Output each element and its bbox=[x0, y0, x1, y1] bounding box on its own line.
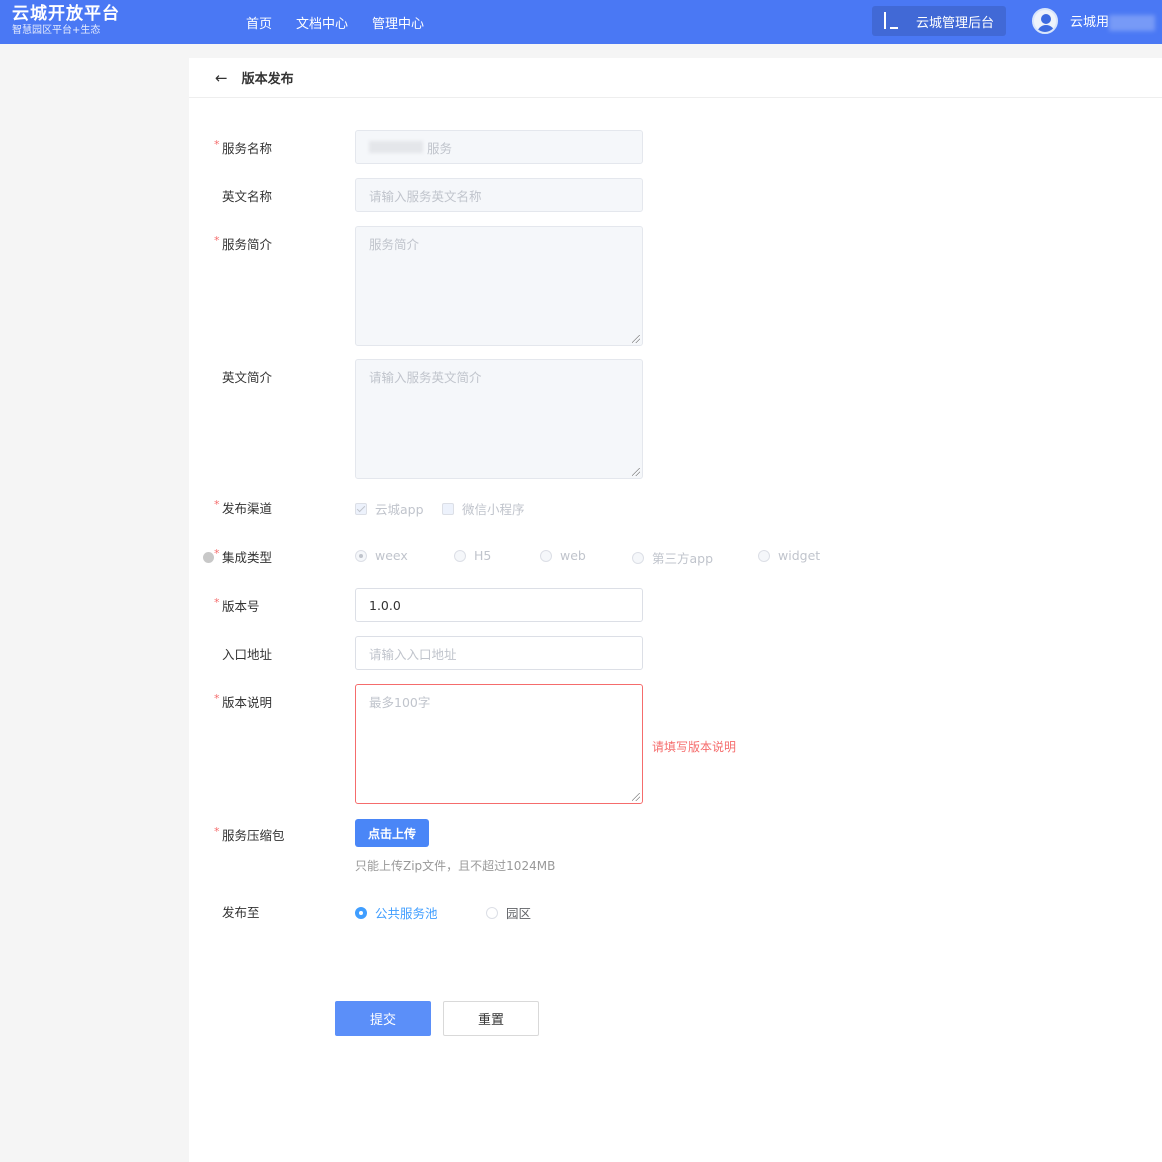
publish-to-label: 发布至 bbox=[222, 905, 260, 920]
english-name-input[interactable]: 请输入服务英文名称 bbox=[355, 178, 643, 212]
nav-management[interactable]: 管理中心 bbox=[372, 13, 424, 32]
radio-icon bbox=[540, 549, 552, 562]
radio-icon bbox=[632, 551, 644, 564]
radio-checked-icon bbox=[355, 549, 367, 562]
service-name-input[interactable]: 服务 bbox=[355, 130, 643, 164]
main-panel: ← 版本发布 * 服务名称 服务 英文名称 请输入服务英文名称 * 服务简介 服务简… bbox=[189, 58, 1162, 1162]
form-row-service-intro: * 服务简介 服务简介 bbox=[189, 226, 1162, 346]
version-desc-error: 请填写版本说明 bbox=[652, 740, 737, 754]
admin-console-button[interactable]: 云城管理后台 bbox=[872, 6, 1006, 36]
logo-title: 云城开放平台 bbox=[12, 4, 120, 24]
resize-handle-icon[interactable] bbox=[632, 335, 640, 343]
version-desc-textarea[interactable]: 最多100字 bbox=[355, 684, 643, 804]
monitor-icon bbox=[884, 12, 904, 29]
english-intro-textarea[interactable]: 请输入服务英文简介 bbox=[355, 359, 643, 479]
publish-radio-park[interactable]: 园区 bbox=[486, 903, 531, 922]
integration-radio-h5[interactable]: H5 bbox=[454, 548, 491, 563]
service-intro-textarea[interactable]: 服务简介 bbox=[355, 226, 643, 346]
checkbox-checked-icon bbox=[355, 502, 367, 515]
integration-radio-third-party-app[interactable]: 第三方app bbox=[632, 548, 713, 567]
page-title: 版本发布 bbox=[241, 72, 294, 87]
upload-tip: 只能上传Zip文件，且不超过1024MB bbox=[355, 859, 556, 873]
version-input[interactable]: 1.0.0 bbox=[355, 588, 643, 622]
service-name-label: * 服务名称 bbox=[214, 138, 273, 156]
nav-docs[interactable]: 文档中心 bbox=[296, 13, 348, 32]
package-label: * 服务压缩包 bbox=[214, 825, 285, 843]
version-label: * 版本号 bbox=[214, 596, 260, 614]
resize-handle-icon[interactable] bbox=[632, 468, 640, 476]
version-desc-label: * 版本说明 bbox=[214, 692, 273, 710]
logo[interactable]: 云城开放平台 智慧园区平台+生态 bbox=[12, 4, 120, 38]
submit-button[interactable]: 提交 bbox=[335, 1001, 431, 1036]
publish-radio-public-pool[interactable]: 公共服务池 bbox=[355, 903, 438, 922]
nav-home[interactable]: 首页 bbox=[246, 13, 272, 32]
main-nav: 首页 文档中心 管理中心 bbox=[246, 0, 424, 44]
radio-selected-icon bbox=[355, 906, 367, 919]
form-row-english-intro: 英文简介 请输入服务英文简介 bbox=[189, 359, 1162, 479]
top-nav-bar: 云城开放平台 智慧园区平台+生态 首页 文档中心 管理中心 云城管理后台 云城用 bbox=[0, 0, 1162, 44]
channel-checkbox-wechat[interactable]: 微信小程序 bbox=[442, 499, 525, 518]
entry-input[interactable]: 请输入入口地址 bbox=[355, 636, 643, 670]
avatar bbox=[1032, 8, 1058, 34]
entry-label: 入口地址 bbox=[222, 647, 273, 662]
back-arrow-icon[interactable]: ← bbox=[215, 69, 228, 87]
radio-icon bbox=[454, 549, 466, 562]
radio-icon bbox=[758, 549, 770, 562]
checkbox-icon bbox=[442, 502, 454, 515]
service-intro-label: * 服务简介 bbox=[214, 234, 273, 252]
english-intro-label: 英文简介 bbox=[222, 370, 273, 385]
form-row-version-desc: * 版本说明 最多100字 请填写版本说明 bbox=[189, 684, 1162, 804]
integration-label: * 集成类型 bbox=[214, 547, 273, 565]
channel-label: * 发布渠道 bbox=[214, 498, 273, 516]
upload-button[interactable]: 点击上传 bbox=[355, 819, 429, 847]
radio-icon bbox=[486, 906, 498, 919]
user-menu[interactable]: 云城用 bbox=[1032, 8, 1156, 34]
channel-checkbox-app[interactable]: 云城app bbox=[355, 499, 424, 518]
integration-radio-widget[interactable]: widget bbox=[758, 548, 820, 563]
page-header: ← 版本发布 bbox=[189, 58, 1162, 98]
logo-subtitle: 智慧园区平台+生态 bbox=[12, 25, 101, 36]
integration-radio-web[interactable]: web bbox=[540, 548, 586, 563]
admin-console-label: 云城管理后台 bbox=[916, 15, 995, 31]
reset-button[interactable]: 重置 bbox=[443, 1001, 539, 1036]
english-name-label: 英文名称 bbox=[222, 189, 273, 204]
integration-radio-weex[interactable]: weex bbox=[355, 548, 408, 563]
resize-handle-icon[interactable] bbox=[632, 793, 640, 801]
user-name: 云城用 bbox=[1070, 11, 1156, 31]
scroll-indicator-dot[interactable] bbox=[203, 552, 214, 563]
